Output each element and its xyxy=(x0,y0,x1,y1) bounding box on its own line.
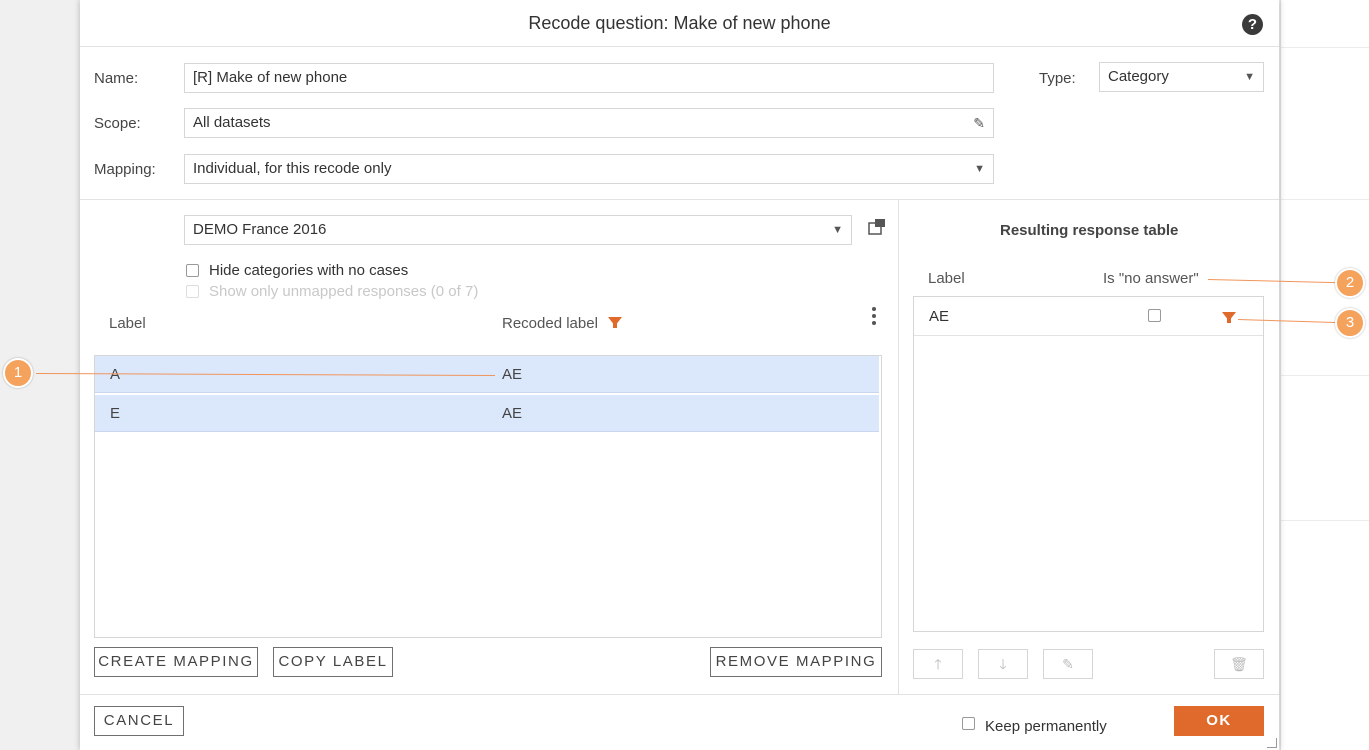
result-table-title: Resulting response table xyxy=(1000,222,1179,239)
name-field[interactable] xyxy=(184,63,994,93)
show-unmapped-checkbox xyxy=(186,285,199,298)
row-label: A xyxy=(110,366,121,383)
name-label: Name: xyxy=(94,70,139,87)
create-mapping-button[interactable]: CREATE MAPPING xyxy=(94,647,258,677)
delete-button[interactable]: 🗑 xyxy=(1214,649,1264,679)
table-row[interactable]: E AE xyxy=(95,395,879,432)
row-recoded: AE xyxy=(502,405,523,422)
result-row-label: AE xyxy=(929,308,950,325)
table-row[interactable]: AE xyxy=(914,297,1263,336)
col-label-header: Label xyxy=(109,315,146,332)
keep-permanently-label: Keep permanently xyxy=(985,718,1107,735)
section-divider xyxy=(80,199,1279,200)
more-options-icon[interactable] xyxy=(871,307,877,328)
pencil-icon: ✎ xyxy=(1062,656,1074,672)
trash-icon: 🗑 xyxy=(1230,656,1248,672)
callout-badge: 3 xyxy=(1335,308,1365,338)
move-down-button[interactable]: 🡓 xyxy=(978,649,1028,679)
edit-button[interactable]: ✎ xyxy=(1043,649,1093,679)
result-table: AE xyxy=(913,296,1264,632)
keep-permanently-checkbox[interactable] xyxy=(962,717,975,730)
type-select[interactable]: Category ▼ xyxy=(1099,62,1264,92)
open-window-icon[interactable] xyxy=(867,217,887,237)
result-col-no-answer: Is "no answer" xyxy=(1103,270,1199,287)
no-answer-checkbox[interactable] xyxy=(1148,309,1161,322)
dataset-select-value: DEMO France 2016 xyxy=(193,221,327,238)
question-icon[interactable]: ? xyxy=(1242,14,1263,35)
col-recoded-header: Recoded label xyxy=(502,315,598,332)
remove-mapping-button[interactable]: REMOVE MAPPING xyxy=(710,647,882,677)
callout-badge: 2 xyxy=(1335,268,1365,298)
caret-down-icon: ▼ xyxy=(1244,71,1255,83)
type-label: Type: xyxy=(1039,70,1076,87)
row-label: E xyxy=(110,405,121,422)
move-up-button[interactable]: 🡑 xyxy=(913,649,963,679)
ok-button[interactable]: OK xyxy=(1174,706,1264,736)
result-col-label: Label xyxy=(928,270,965,287)
caret-down-icon: ▼ xyxy=(832,224,843,236)
arrow-down-icon: 🡓 xyxy=(999,656,1007,672)
recode-dialog: Recode question: Make of new phone ? Nam… xyxy=(80,0,1279,750)
filter-icon[interactable] xyxy=(608,317,622,328)
show-unmapped-label: Show only unmapped responses (0 of 7) xyxy=(209,283,479,300)
background-panel xyxy=(1280,0,1369,750)
row-recoded: AE xyxy=(502,366,523,383)
footer-divider xyxy=(80,694,1279,695)
name-input[interactable] xyxy=(193,64,953,92)
pencil-icon[interactable]: ✎ xyxy=(973,109,985,137)
filter-icon[interactable] xyxy=(1222,312,1236,323)
caret-down-icon: ▼ xyxy=(974,163,985,175)
callout-badge: 1 xyxy=(3,358,33,388)
panel-divider xyxy=(898,200,899,694)
hide-empty-checkbox[interactable] xyxy=(186,264,199,277)
dialog-title: Recode question: Make of new phone xyxy=(80,0,1279,47)
copy-label-button[interactable]: COPY LABEL xyxy=(273,647,393,677)
scope-field[interactable]: All datasets ✎ xyxy=(184,108,994,138)
hide-empty-label: Hide categories with no cases xyxy=(209,262,409,279)
scope-label: Scope: xyxy=(94,115,141,132)
mapping-select-value: Individual, for this recode only xyxy=(193,160,392,177)
cancel-button[interactable]: CANCEL xyxy=(94,706,184,736)
mapping-select[interactable]: Individual, for this recode only ▼ xyxy=(184,154,994,184)
mapping-table: A AE E AE xyxy=(94,355,882,638)
resize-handle[interactable] xyxy=(1267,738,1277,748)
dataset-select[interactable]: DEMO France 2016 ▼ xyxy=(184,215,852,245)
arrow-up-icon: 🡑 xyxy=(934,656,942,672)
scope-value: All datasets xyxy=(193,114,271,131)
type-select-value: Category xyxy=(1108,68,1169,85)
mapping-label: Mapping: xyxy=(94,161,156,178)
